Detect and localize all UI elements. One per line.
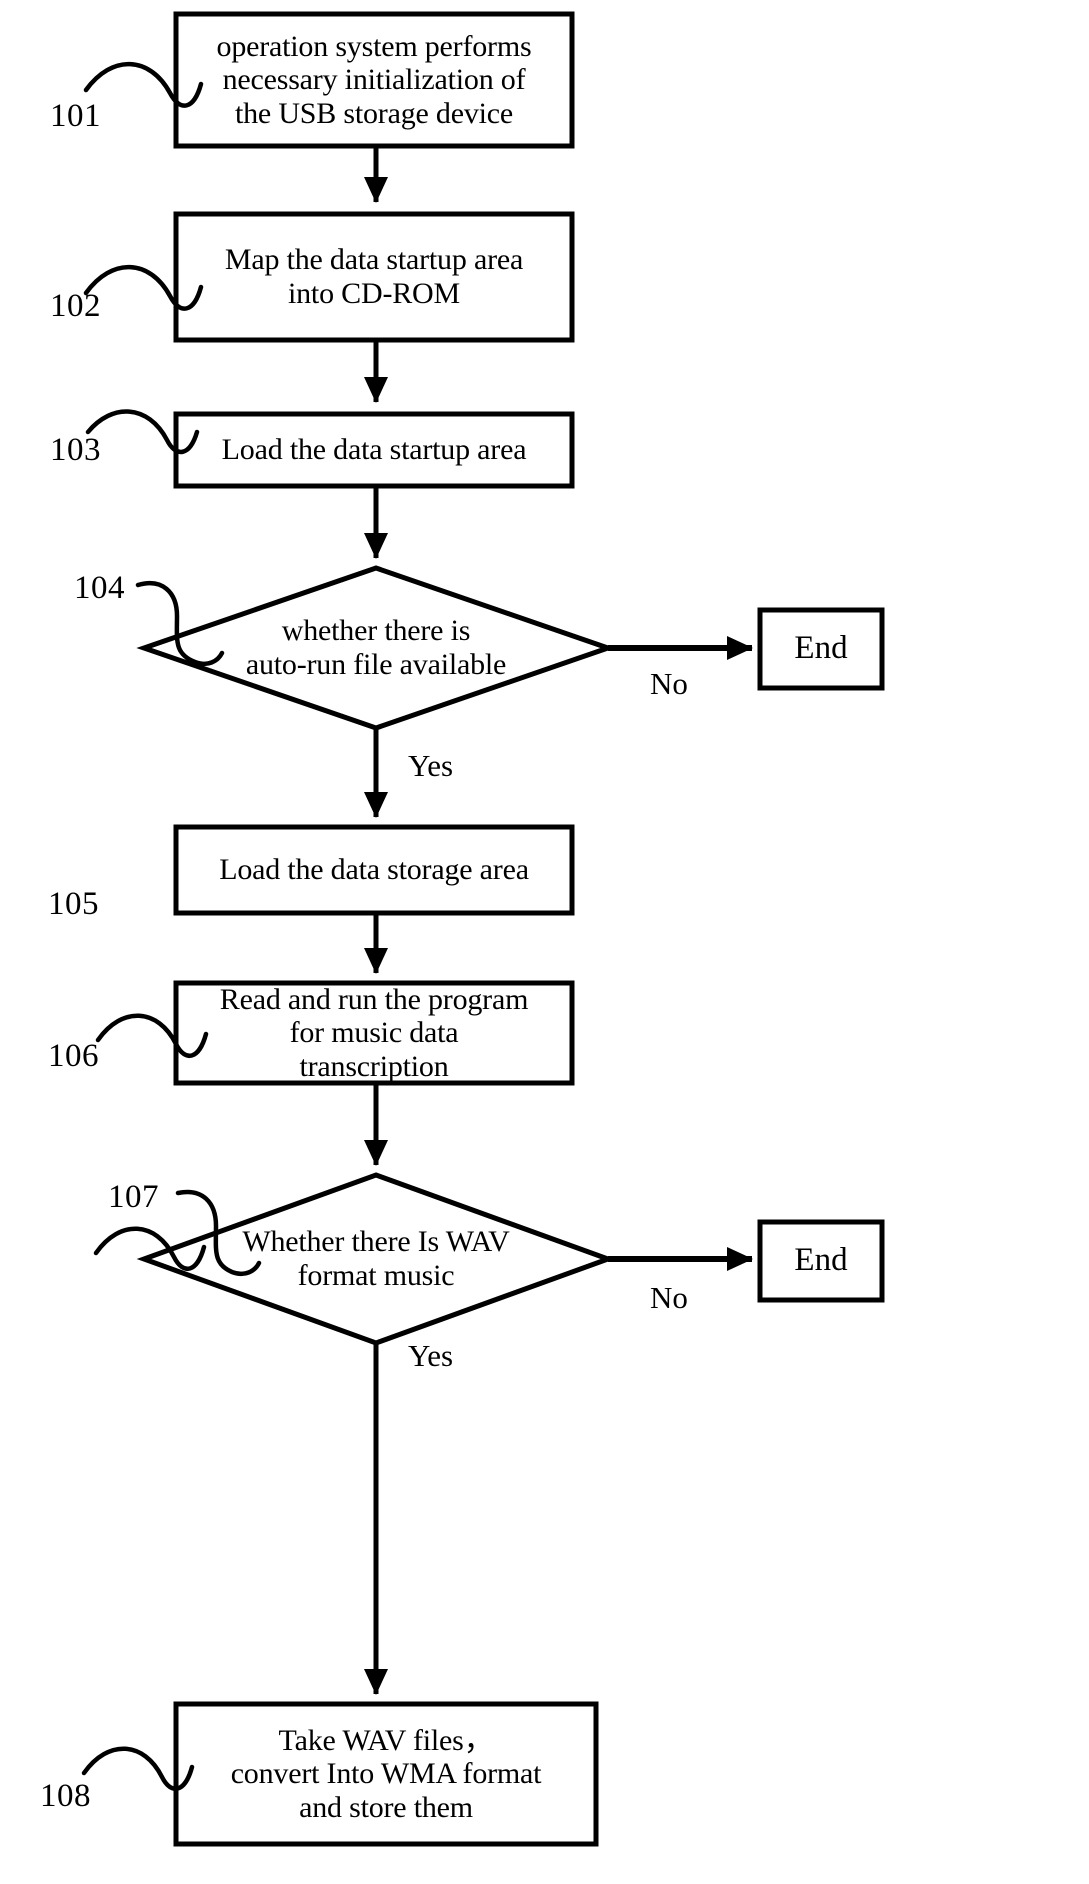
flowchart-canvas: operation system performs necessary init…: [0, 0, 1089, 1884]
reference-number-106: 106: [48, 1038, 99, 1074]
terminal-label-end-1: End: [794, 630, 848, 666]
node-box-108: [173, 1701, 599, 1847]
reference-number-102: 102: [50, 288, 101, 324]
reference-number-105: 105: [48, 886, 99, 922]
node-box-105: [173, 824, 575, 916]
edge-label-yes-1: Yes: [408, 748, 454, 783]
edge-label-yes-2: Yes: [408, 1338, 454, 1373]
node-diamond-107: [136, 1172, 616, 1346]
terminal-label-end-2: End: [794, 1242, 848, 1278]
edge-label-no-1: No: [650, 666, 688, 701]
reference-number-101: 101: [50, 98, 101, 134]
node-box-102: [173, 211, 575, 343]
node-box-106-body: [173, 980, 575, 1086]
edge-label-no-2: No: [650, 1280, 688, 1315]
reference-number-104: 104: [74, 570, 125, 606]
node-diamond-104: [136, 565, 616, 731]
node-box-103: [173, 411, 575, 489]
node-box-101: [173, 11, 575, 149]
reference-number-107: 107: [108, 1179, 159, 1215]
reference-number-108: 108: [40, 1778, 91, 1814]
flowchart-vector-layer: [81, 11, 885, 1847]
reference-number-103: 103: [50, 432, 101, 468]
